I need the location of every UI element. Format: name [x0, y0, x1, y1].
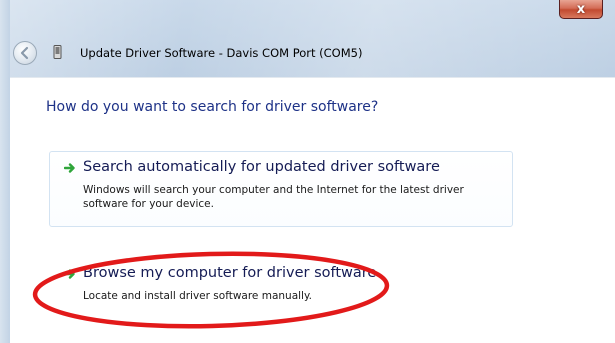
option-title: Browse my computer for driver software [83, 265, 377, 281]
browse-computer-option[interactable]: Browse my computer for driver software L… [49, 257, 513, 309]
search-automatically-option[interactable]: Search automatically for updated driver … [49, 151, 513, 227]
device-icon [53, 45, 62, 59]
window-frame: x Update Driver Software - Davis COM Por… [0, 0, 615, 343]
content-area: How do you want to search for driver sof… [10, 77, 615, 343]
window-title: Update Driver Software - Davis COM Port … [80, 46, 363, 60]
page-heading: How do you want to search for driver sof… [46, 99, 379, 115]
green-arrow-icon [64, 269, 75, 279]
option-description: Locate and install driver software manua… [83, 290, 313, 302]
option-description: Windows will search your computer and th… [83, 184, 464, 210]
back-arrow-icon [20, 46, 29, 60]
close-button[interactable]: x [559, 0, 603, 19]
green-arrow-icon [64, 163, 75, 173]
window-left-edge [0, 0, 10, 343]
close-icon: x [576, 1, 586, 17]
option-title: Search automatically for updated driver … [83, 159, 440, 175]
back-button[interactable] [13, 41, 37, 65]
